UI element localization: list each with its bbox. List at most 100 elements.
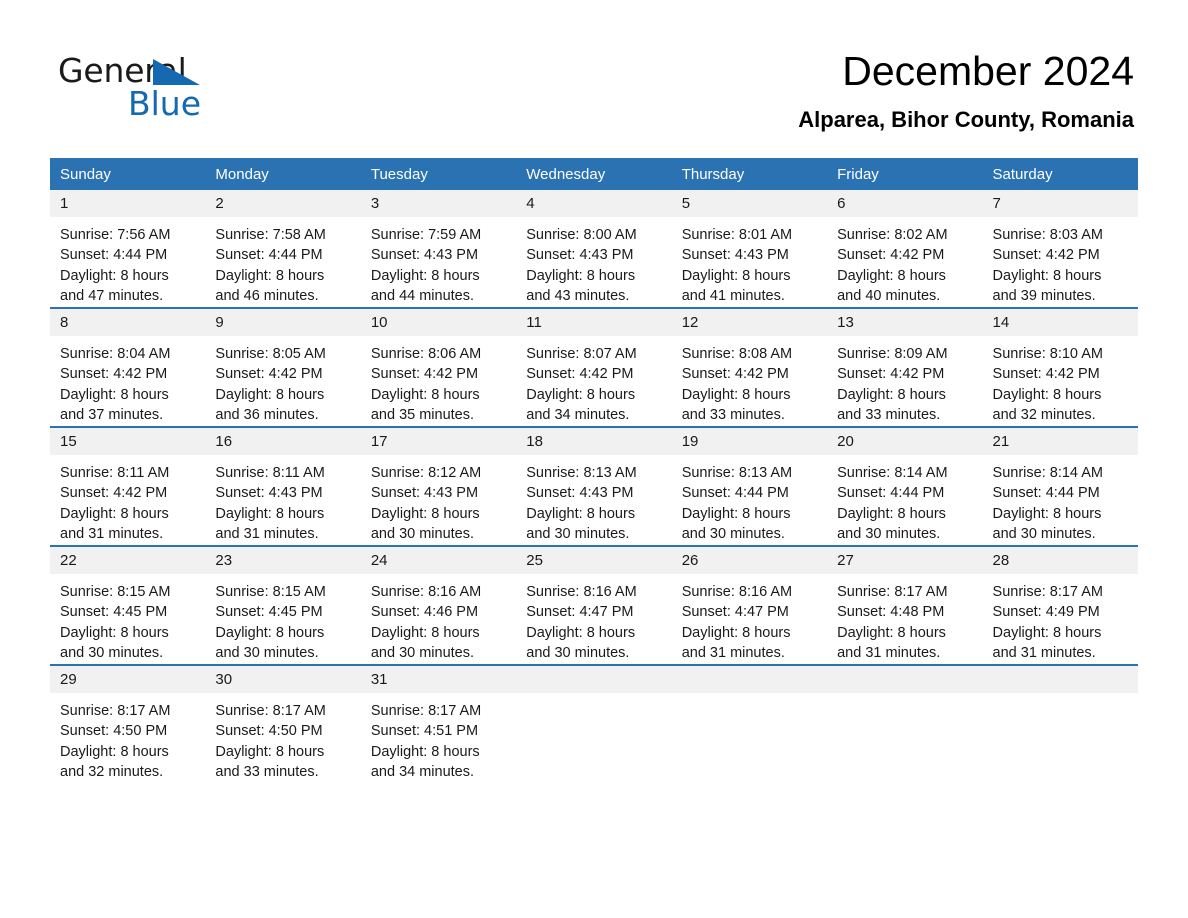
sunrise-text: Sunrise: 8:15 AM [215,584,326,600]
calendar-day-cell[interactable]: 21 Sunrise: 8:14 AM Sunset: 4:44 PM Dayligh… [982,426,1138,546]
daylight-text-line2: and 32 minutes. [992,406,1096,423]
calendar-day-cell[interactable]: 30 Sunrise: 8:17 AM Sunset: 4:50 PM Dayligh… [205,664,361,783]
sunset-text: Sunset: 4:42 PM [837,366,945,383]
calendar-day-cell[interactable]: 28 Sunrise: 8:17 AM Sunset: 4:49 PM Dayligh… [982,545,1138,665]
calendar-day-cell-empty [516,664,672,783]
calendar-day-cell[interactable]: 4 Sunrise: 8:00 AM Sunset: 4:43 PM Daylight… [516,190,672,308]
calendar-day-cell[interactable]: 25 Sunrise: 8:16 AM Sunset: 4:47 PM Dayligh… [516,545,672,665]
calendar-day-cell[interactable]: 19 Sunrise: 8:13 AM Sunset: 4:44 PM Dayligh… [671,426,828,546]
calendar-day-cell[interactable]: 11 Sunrise: 8:07 AM Sunset: 4:42 PM Dayligh… [516,307,672,427]
sunset-text: Sunset: 4:43 PM [526,247,634,264]
calendar-day-cell[interactable]: 6 Sunrise: 8:02 AM Sunset: 4:42 PM Daylight… [827,190,983,308]
daylight-text-line2: and 30 minutes. [60,644,164,661]
day-number: 2 [205,190,361,217]
title-block: December 2024 Alparea, Bihor County, Rom… [798,46,1134,135]
day-number: 13 [827,309,983,336]
day-info: Sunrise: 8:17 AM Sunset: 4:50 PM Daylight:… [50,693,205,782]
daylight-text-line2: and 31 minutes. [60,525,164,542]
calendar-day-cell[interactable]: 14 Sunrise: 8:10 AM Sunset: 4:42 PM Dayligh… [982,307,1138,427]
sunrise-text: Sunrise: 8:17 AM [992,584,1103,600]
day-number: 14 [982,309,1138,336]
calendar-day-cell[interactable]: 27 Sunrise: 8:17 AM Sunset: 4:48 PM Dayligh… [827,545,983,665]
sunset-text: Sunset: 4:43 PM [370,247,479,264]
sunrise-text: Sunrise: 8:17 AM [370,703,482,719]
calendar-day-cell[interactable]: 15 Sunrise: 8:11 AM Sunset: 4:42 PM Dayligh… [50,426,206,546]
day-info: Sunrise: 8:16 AM Sunset: 4:47 PM Daylight:… [516,574,671,663]
daylight-text-line1: Daylight: 8 hours [60,267,169,284]
day-info: Sunrise: 8:08 AM Sunset: 4:42 PM Daylight:… [672,336,827,425]
day-number: 22 [50,547,206,574]
weekday-header-friday: Friday [827,158,983,190]
daylight-text-line1: Daylight: 8 hours [215,743,325,760]
calendar-day-cell[interactable]: 29 Sunrise: 8:17 AM Sunset: 4:50 PM Dayligh… [50,664,206,783]
calendar-day-cell[interactable]: 22 Sunrise: 8:15 AM Sunset: 4:45 PM Dayligh… [50,545,206,665]
daylight-text-line1: Daylight: 8 hours [837,386,946,403]
sunset-text: Sunset: 4:51 PM [370,723,479,740]
sunrise-text: Sunrise: 8:14 AM [837,465,948,481]
day-number: 5 [671,190,828,217]
daylight-text-line2: and 39 minutes. [992,287,1096,304]
sunrise-text: Sunrise: 8:13 AM [526,465,637,481]
calendar-day-cell[interactable]: 3 Sunrise: 7:59 AM Sunset: 4:43 PM Daylight… [360,190,517,308]
weekday-header-sunday: Sunday [50,158,206,190]
sunset-text: Sunset: 4:46 PM [370,604,479,621]
calendar-day-cell-empty [827,664,983,783]
daylight-text-line2: and 30 minutes. [837,525,941,542]
day-info: Sunrise: 8:13 AM Sunset: 4:44 PM Daylight:… [672,455,827,544]
calendar-day-cell[interactable]: 17 Sunrise: 8:12 AM Sunset: 4:43 PM Dayligh… [360,426,517,546]
day-number: 17 [360,428,517,455]
day-info: Sunrise: 8:12 AM Sunset: 4:43 PM Daylight:… [361,455,516,544]
sunset-text: Sunset: 4:44 PM [992,485,1100,502]
calendar-day-cell[interactable]: 26 Sunrise: 8:16 AM Sunset: 4:47 PM Dayligh… [671,545,828,665]
daylight-text-line1: Daylight: 8 hours [992,624,1102,641]
calendar-day-cell[interactable]: 18 Sunrise: 8:13 AM Sunset: 4:43 PM Dayligh… [516,426,672,546]
calendar-day-cell[interactable]: 10 Sunrise: 8:06 AM Sunset: 4:42 PM Dayligh… [360,307,517,427]
daylight-text-line2: and 30 minutes. [992,525,1096,542]
calendar-day-cell[interactable]: 13 Sunrise: 8:09 AM Sunset: 4:42 PM Dayligh… [827,307,983,427]
calendar-day-cell[interactable]: 12 Sunrise: 8:08 AM Sunset: 4:42 PM Dayligh… [671,307,828,427]
sunrise-text: Sunrise: 8:17 AM [215,703,326,719]
sunset-text: Sunset: 4:42 PM [992,366,1100,383]
day-number [827,666,983,693]
calendar-day-cell[interactable]: 16 Sunrise: 8:11 AM Sunset: 4:43 PM Dayligh… [205,426,361,546]
daylight-text-line2: and 32 minutes. [60,763,164,780]
daylight-text-line2: and 34 minutes. [370,763,475,780]
day-info: Sunrise: 8:17 AM Sunset: 4:48 PM Daylight:… [827,574,982,663]
day-number: 24 [360,547,517,574]
calendar-day-cell[interactable]: 9 Sunrise: 8:05 AM Sunset: 4:42 PM Daylight… [205,307,361,427]
sunrise-text: Sunrise: 8:11 AM [60,465,170,481]
sunset-text: Sunset: 4:43 PM [215,485,323,502]
sunrise-text: Sunrise: 8:02 AM [837,227,948,243]
calendar-day-cell[interactable]: 20 Sunrise: 8:14 AM Sunset: 4:44 PM Dayligh… [827,426,983,546]
calendar-day-cell[interactable]: 5 Sunrise: 8:01 AM Sunset: 4:43 PM Daylight… [671,190,828,308]
calendar-day-cell[interactable]: 24 Sunrise: 8:16 AM Sunset: 4:46 PM Dayligh… [360,545,517,665]
sunset-text: Sunset: 4:50 PM [215,723,323,740]
daylight-text-line1: Daylight: 8 hours [370,743,480,760]
calendar-day-cell[interactable]: 7 Sunrise: 8:03 AM Sunset: 4:42 PM Daylight… [982,190,1138,308]
day-info: Sunrise: 8:14 AM Sunset: 4:44 PM Daylight:… [983,455,1138,544]
weekday-header-tuesday: Tuesday [360,158,517,190]
day-info: Sunrise: 7:56 AM Sunset: 4:44 PM Daylight:… [50,217,205,306]
day-number: 10 [360,309,517,336]
calendar-day-cell[interactable]: 2 Sunrise: 7:58 AM Sunset: 4:44 PM Daylight… [205,190,361,308]
calendar-day-cell[interactable]: 23 Sunrise: 8:15 AM Sunset: 4:45 PM Dayligh… [205,545,361,665]
calendar-day-cell[interactable]: 1 Sunrise: 7:56 AM Sunset: 4:44 PM Daylight… [50,190,206,308]
general-blue-logo[interactable]: General Blue [58,52,248,124]
day-number: 8 [50,309,206,336]
calendar-day-cell[interactable]: 8 Sunrise: 8:04 AM Sunset: 4:42 PM Daylight… [50,307,206,427]
calendar-day-cell[interactable]: 31 Sunrise: 8:17 AM Sunset: 4:51 PM Dayligh… [360,664,517,783]
daylight-text-line1: Daylight: 8 hours [60,624,169,641]
day-number: 4 [516,190,672,217]
daylight-text-line1: Daylight: 8 hours [837,267,946,284]
sunrise-text: Sunrise: 8:01 AM [681,227,793,243]
daylight-text-line1: Daylight: 8 hours [992,505,1102,522]
daylight-text-line2: and 31 minutes. [681,644,785,661]
sunrise-text: Sunrise: 8:04 AM [60,346,171,362]
sunset-text: Sunset: 4:47 PM [526,604,634,621]
daylight-text-line1: Daylight: 8 hours [60,386,169,403]
daylight-text-line1: Daylight: 8 hours [526,386,636,403]
daylight-text-line2: and 34 minutes. [526,406,630,423]
sunset-text: Sunset: 4:45 PM [215,604,323,621]
sunset-text: Sunset: 4:44 PM [681,485,789,502]
daylight-text-line2: and 37 minutes. [60,406,164,423]
